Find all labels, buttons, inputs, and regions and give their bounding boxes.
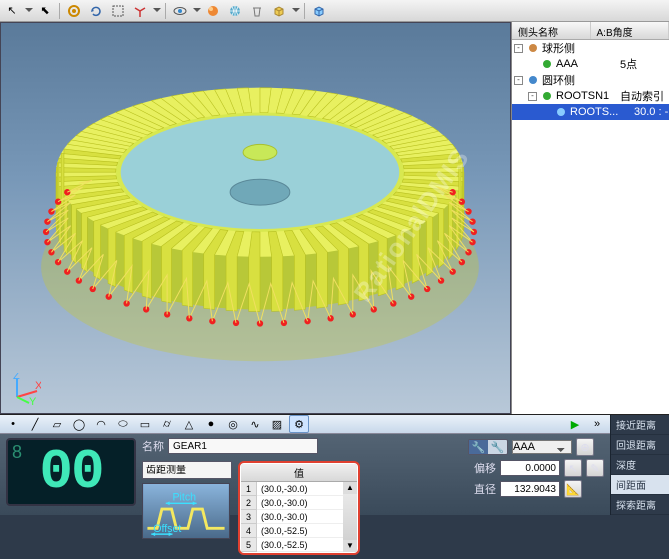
b-run-icon[interactable]: ▶ [565,415,585,433]
spin-icon[interactable] [86,2,106,20]
value-cell[interactable]: (30.0,-52.5) [257,524,343,538]
globe-icon[interactable] [225,2,245,20]
material-icon[interactable] [203,2,223,20]
b-cyl-icon[interactable]: ⌭ [157,415,177,433]
b-cone-icon[interactable]: △ [179,415,199,433]
3d-viewport[interactable]: RationalDMIS Z X Y [0,22,511,414]
probe-add-btn[interactable]: ⊕ [576,438,594,456]
eye-icon[interactable] [170,2,190,20]
param-tab[interactable]: 深度 [611,455,669,475]
right-param-strip: 接近距离回退距离深度间距面探索距离 [610,415,669,515]
counter-display: 8 00 [6,438,136,506]
diam-input[interactable] [500,481,560,497]
b-surf-icon[interactable]: ▨ [267,415,287,433]
value-cell[interactable]: (30.0,-52.5) [257,538,343,552]
offset-edit-icon[interactable]: ✎ [586,459,604,477]
b-curve-icon[interactable]: ∿ [245,415,265,433]
box-icon[interactable] [269,2,289,20]
name-label: 名称 [142,438,164,454]
tree-row[interactable]: -球形侧 [512,40,669,56]
b-arc-icon[interactable]: ◠ [91,415,111,433]
param-tab[interactable]: 间距面 [611,475,669,495]
cursor2-tool-icon[interactable]: ⬉ [35,2,55,20]
b-sphere-icon[interactable]: ● [201,415,221,433]
probe-select[interactable]: AAA [512,440,572,454]
diam-calc-icon[interactable]: 📐 [564,480,582,498]
side-col1-header[interactable]: 侧头名称 [512,22,591,39]
tree-row[interactable]: ROOTS...30.0 : -180... [512,104,669,120]
pitch-thumbnail: Pitch Offset [142,483,230,539]
b-line-icon[interactable]: ╱ [25,415,45,433]
gear-icon[interactable] [64,2,84,20]
disk-icon [526,73,540,87]
main-toolbar: ↖ ⬉ [0,0,669,22]
svg-text:Pitch: Pitch [173,491,197,503]
prism-icon[interactable] [309,2,329,20]
leafsel-icon [554,105,568,119]
cursor-tool-icon[interactable]: ↖ [2,2,22,20]
b-chevron-icon[interactable]: » [587,415,607,433]
param-tab[interactable]: 探索距离 [611,495,669,515]
leaf-icon [540,89,554,103]
sphere-icon [526,41,540,55]
param-tab[interactable]: 接近距离 [611,415,669,435]
offset-input[interactable] [500,460,560,476]
b-circle-icon[interactable]: ◯ [69,415,89,433]
svg-text:Offset: Offset [153,523,181,535]
b-slot-icon[interactable]: ▭ [135,415,155,433]
tree-row[interactable]: -ROOTSN1自动索引 [512,88,669,104]
value-cell[interactable]: (30.0,-30.0) [257,482,343,496]
offset-label: 偏移 [468,460,496,476]
values-header: 值 [241,464,357,482]
probe-toggle[interactable]: 🔧🔧 [468,439,508,455]
b-torus-icon[interactable]: ◎ [223,415,243,433]
b-point-icon[interactable]: • [3,415,23,433]
tree-row[interactable]: AAA5点 [512,56,669,72]
diam-label: 直径 [468,481,496,497]
svg-text:Z: Z [13,373,20,382]
b-ellipse-icon[interactable]: ⬭ [113,415,133,433]
value-cell[interactable]: (30.0,-30.0) [257,510,343,524]
values-scrollbar[interactable]: ▲▼ [343,482,357,552]
bottom-toolbar: • ╱ ▱ ◯ ◠ ⬭ ▭ ⌭ △ ● ◎ ∿ ▨ ⚙ ▶ » [0,415,610,434]
name-input[interactable] [168,438,318,454]
side-panel: 侧头名称 A:B角度 -球形侧AAA5点-圆环侧-ROOTSN1自动索引ROOT… [511,22,669,414]
side-col2-header[interactable]: A:B角度 [591,22,669,39]
values-table: 值 12345 (30.0,-30.0)(30.0,-30.0)(30.0,-3… [238,461,360,555]
leaf-icon [540,57,554,71]
axes-icon[interactable] [130,2,150,20]
value-cell[interactable]: (30.0,-30.0) [257,496,343,510]
axis-gizmo-icon: Z X Y [9,373,41,405]
mode-select[interactable]: 齿距测量 [142,461,232,479]
b-gear-active-icon[interactable]: ⚙ [289,415,309,433]
probe-tree[interactable]: -球形侧AAA5点-圆环侧-ROOTSN1自动索引ROOTS...30.0 : … [512,40,669,414]
offset-pick-icon[interactable]: ↖ [564,459,582,477]
tree-row[interactable]: -圆环侧 [512,72,669,88]
zoom-region-icon[interactable] [108,2,128,20]
trash-icon[interactable] [247,2,267,20]
b-plane-icon[interactable]: ▱ [47,415,67,433]
svg-text:Y: Y [29,396,37,405]
param-tab[interactable]: 回退距离 [611,435,669,455]
svg-text:X: X [35,380,41,392]
